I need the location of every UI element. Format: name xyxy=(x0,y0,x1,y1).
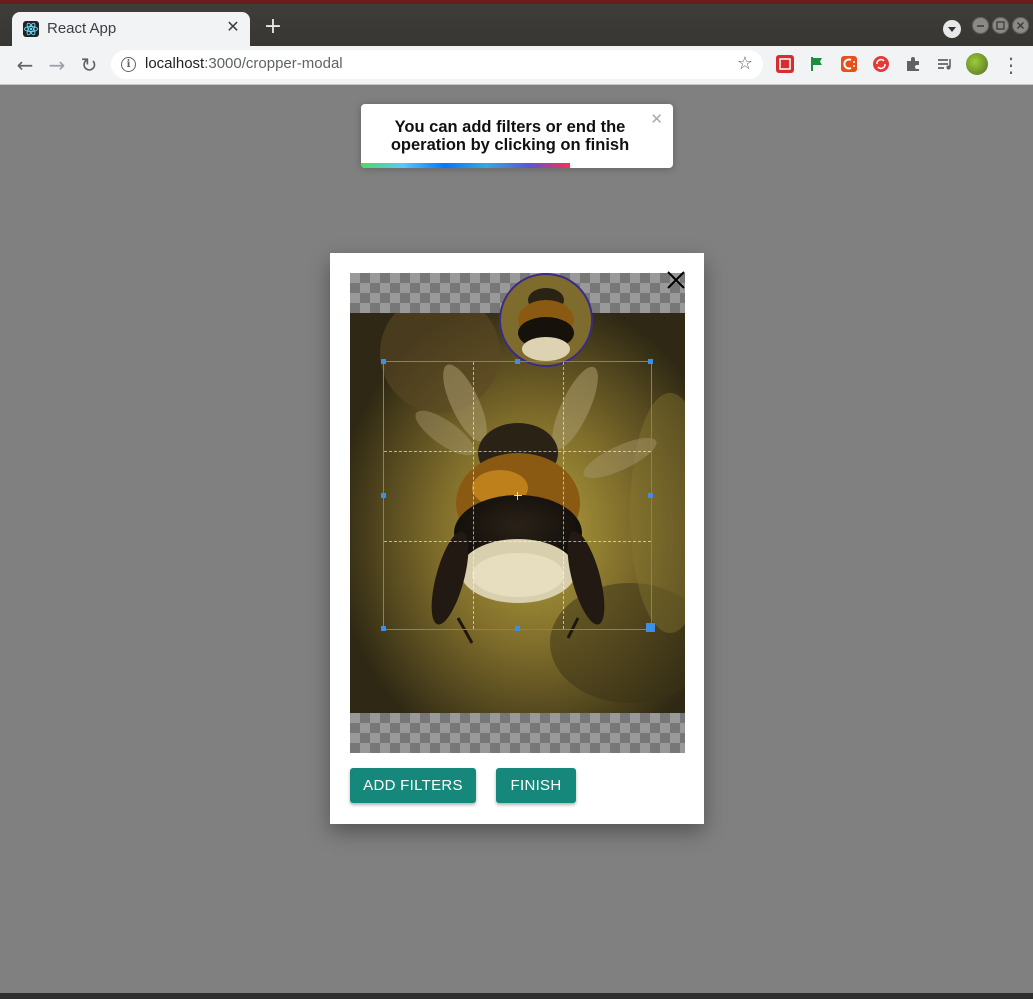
crop-handle-e[interactable] xyxy=(648,493,653,498)
finish-button[interactable]: FINISH xyxy=(496,768,576,803)
crop-handle-sw[interactable] xyxy=(381,626,386,631)
toast-notification: You can add filters or end the operation… xyxy=(361,104,673,168)
bookmark-star-icon[interactable]: ☆ xyxy=(737,53,753,74)
cropper-modal: ADD FILTERS FINISH xyxy=(330,253,704,824)
crop-handle-s[interactable] xyxy=(515,626,520,631)
tab-title: React App xyxy=(47,20,117,37)
extension-sync-icon[interactable] xyxy=(872,55,890,73)
crop-handle-ne[interactable] xyxy=(648,359,653,364)
extension-c-icon[interactable] xyxy=(840,55,858,73)
close-window-button[interactable] xyxy=(1012,17,1029,34)
site-info-icon[interactable]: i xyxy=(121,57,136,72)
address-bar[interactable]: i localhost:3000/cropper-modal ☆ xyxy=(111,50,763,79)
crop-guide-line xyxy=(384,451,651,452)
crop-handle-n[interactable] xyxy=(515,359,520,364)
browser-window: React App ✕ + ← → ↻ i localhost:3000/cro… xyxy=(0,0,1033,999)
reload-button[interactable]: ↻ xyxy=(77,53,101,77)
image-cropper[interactable] xyxy=(350,273,685,753)
extension-flag-icon[interactable] xyxy=(808,55,826,73)
window-bottom-edge xyxy=(0,993,1033,999)
add-filters-button[interactable]: ADD FILTERS xyxy=(350,768,476,803)
page-content: You can add filters or end the operation… xyxy=(3,85,1029,993)
react-logo-icon xyxy=(23,21,39,37)
tab-strip: React App ✕ + xyxy=(0,0,1033,46)
tab-close-icon[interactable]: ✕ xyxy=(224,18,242,36)
crop-selection-box[interactable] xyxy=(381,359,655,632)
tab-react-app[interactable]: React App ✕ xyxy=(12,12,250,46)
crop-handle-se[interactable] xyxy=(646,623,655,632)
extension-screenshot-icon[interactable] xyxy=(776,55,794,73)
close-modal-icon[interactable] xyxy=(665,269,687,291)
tab-search-dropdown-icon[interactable] xyxy=(943,20,961,38)
crop-guide-line xyxy=(473,362,474,629)
url-text[interactable]: localhost:3000/cropper-modal xyxy=(145,55,343,72)
extensions-puzzle-icon[interactable] xyxy=(904,55,922,73)
toast-message: You can add filters or end the operation… xyxy=(390,118,630,154)
crop-handle-w[interactable] xyxy=(381,493,386,498)
maximize-button[interactable] xyxy=(992,17,1009,34)
toast-close-icon[interactable]: ✕ xyxy=(650,110,663,128)
media-queue-icon[interactable] xyxy=(936,55,954,73)
window-top-accent xyxy=(0,0,1033,4)
url-path: :3000/cropper-modal xyxy=(204,55,343,72)
profile-avatar[interactable] xyxy=(966,53,988,75)
url-host: localhost xyxy=(145,55,205,72)
new-tab-button[interactable]: + xyxy=(262,16,284,38)
crop-guide-line xyxy=(384,541,651,542)
crop-handle-nw[interactable] xyxy=(381,359,386,364)
minimize-button[interactable] xyxy=(972,17,989,34)
crop-guide-line xyxy=(563,362,564,629)
browser-menu-icon[interactable]: ⋮ xyxy=(999,53,1023,77)
forward-button[interactable]: → xyxy=(45,53,69,77)
back-button[interactable]: ← xyxy=(13,53,37,77)
toast-progress-bar xyxy=(361,163,571,168)
browser-toolbar: ← → ↻ i localhost:3000/cropper-modal ☆ ⋮ xyxy=(0,46,1033,85)
crop-center-marker xyxy=(514,492,522,500)
crop-preview-circle xyxy=(499,273,593,367)
